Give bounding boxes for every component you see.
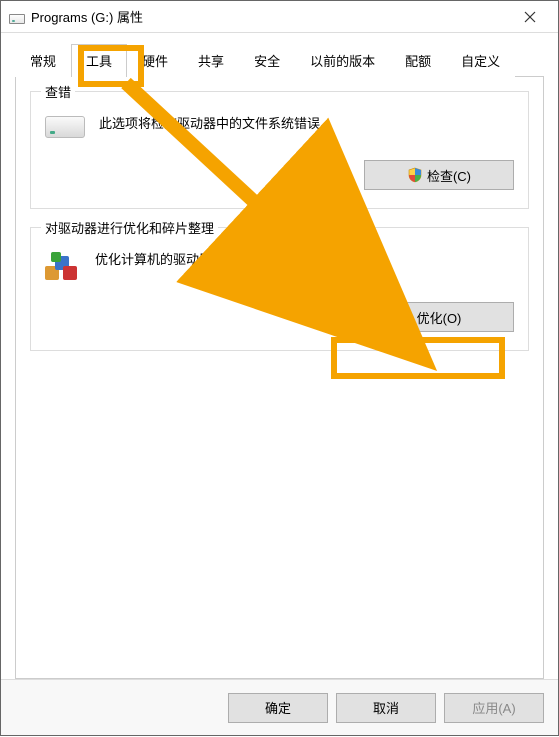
apply-button[interactable]: 应用(A) bbox=[444, 693, 544, 723]
group-title-error-check: 查错 bbox=[41, 82, 75, 101]
titlebar: Programs (G:) 属性 bbox=[1, 1, 558, 33]
defrag-description: 优化计算机的驱动器可以帮助其更高效运行。 bbox=[95, 250, 514, 270]
window-title: Programs (G:) 属性 bbox=[31, 7, 510, 26]
cancel-button[interactable]: 取消 bbox=[336, 693, 436, 723]
tab-pane-tools: 查错 此选项将检查驱动器中的文件系统错误。 bbox=[15, 77, 544, 679]
tab-sharing[interactable]: 共享 bbox=[183, 44, 239, 77]
content-area: 常规 工具 硬件 共享 安全 以前的版本 配额 自定义 查错 此选项将检查驱动器… bbox=[1, 33, 558, 679]
close-icon bbox=[524, 11, 536, 23]
tab-previous-versions[interactable]: 以前的版本 bbox=[295, 44, 390, 77]
optimize-button[interactable]: 优化(O) bbox=[364, 302, 514, 332]
close-button[interactable] bbox=[510, 3, 550, 31]
tab-customize[interactable]: 自定义 bbox=[446, 44, 515, 77]
tab-general[interactable]: 常规 bbox=[15, 44, 71, 77]
ok-button[interactable]: 确定 bbox=[228, 693, 328, 723]
properties-window: Programs (G:) 属性 常规 工具 硬件 共享 安全 以前的版本 配额… bbox=[0, 0, 559, 736]
group-defrag: 对驱动器进行优化和碎片整理 优化计算机的驱动器可以帮助其更高效运行。 优化(O) bbox=[30, 227, 529, 351]
check-button[interactable]: 检查(C) bbox=[364, 160, 514, 190]
tab-security[interactable]: 安全 bbox=[239, 44, 295, 77]
check-button-label: 检查(C) bbox=[427, 166, 471, 185]
error-check-description: 此选项将检查驱动器中的文件系统错误。 bbox=[99, 114, 514, 134]
tab-tools[interactable]: 工具 bbox=[71, 44, 127, 77]
tab-quota[interactable]: 配额 bbox=[390, 44, 446, 77]
group-error-check: 查错 此选项将检查驱动器中的文件系统错误。 bbox=[30, 91, 529, 209]
tab-strip: 常规 工具 硬件 共享 安全 以前的版本 配额 自定义 bbox=[15, 43, 544, 77]
disk-icon bbox=[9, 14, 25, 24]
shield-icon bbox=[407, 167, 423, 183]
optimize-button-label: 优化(O) bbox=[417, 308, 462, 327]
dialog-footer: 确定 取消 应用(A) bbox=[1, 679, 558, 735]
disk-large-icon bbox=[45, 116, 85, 138]
group-title-defrag: 对驱动器进行优化和碎片整理 bbox=[41, 218, 218, 237]
defrag-icon bbox=[45, 252, 81, 280]
tab-hardware[interactable]: 硬件 bbox=[127, 44, 183, 77]
